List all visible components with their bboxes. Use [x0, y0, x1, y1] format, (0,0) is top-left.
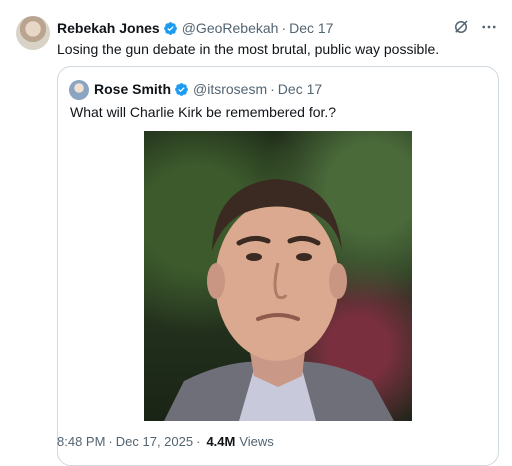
views-label: Views	[239, 434, 274, 449]
quoted-author-name[interactable]: Rose Smith	[94, 81, 171, 97]
post-full-date[interactable]: Dec 17, 2025	[116, 434, 193, 449]
quoted-post[interactable]: Rose Smith @itsrosesm · Dec 17 What will…	[57, 66, 499, 466]
post-meta: 8:48 PM · Dec 17, 2025 · 4.4M Views	[57, 434, 274, 449]
quoted-author-handle[interactable]: @itsrosesm	[193, 81, 267, 97]
author-name[interactable]: Rebekah Jones	[57, 20, 160, 36]
separator-dot: ·	[108, 434, 113, 449]
grok-icon[interactable]	[452, 18, 470, 36]
separator-dot: ·	[196, 434, 201, 449]
post-actions	[452, 18, 498, 36]
post-date[interactable]: Dec 17	[289, 20, 333, 36]
quoted-post-date[interactable]: Dec 17	[278, 81, 322, 97]
views-count[interactable]: 4.4M	[206, 434, 235, 449]
quoted-author-avatar[interactable]	[69, 80, 89, 100]
author-handle[interactable]: @GeoRebekah	[182, 20, 279, 36]
post: Rebekah Jones @GeoRebekah · Dec 17 Losin…	[0, 0, 512, 466]
verified-badge-icon	[175, 82, 188, 96]
post-time[interactable]: 8:48 PM	[57, 434, 105, 449]
portrait-illustration	[164, 179, 394, 421]
separator-dot: ·	[281, 20, 287, 36]
quoted-post-photo[interactable]	[144, 131, 412, 421]
quoted-post-text: What will Charlie Kirk be remembered for…	[70, 104, 337, 120]
verified-badge-icon	[163, 21, 177, 35]
separator-dot: ·	[270, 81, 275, 97]
post-header: Rebekah Jones @GeoRebekah · Dec 17	[57, 20, 333, 36]
author-avatar[interactable]	[16, 16, 50, 50]
post-text: Losing the gun debate in the most brutal…	[57, 41, 440, 57]
quoted-post-header: Rose Smith @itsrosesm · Dec 17	[94, 81, 322, 97]
more-horizontal-icon[interactable]	[480, 18, 498, 36]
